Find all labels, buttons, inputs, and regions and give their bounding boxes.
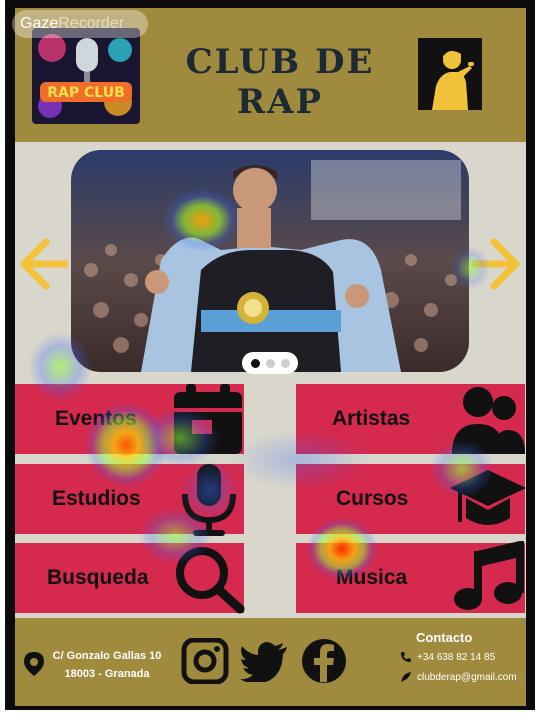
menu-tile-label: Eventos (55, 407, 137, 430)
address-line-2: 18003 - Granada (64, 668, 150, 680)
music-note-icon (454, 541, 524, 610)
carousel-dot-2[interactable] (265, 358, 275, 368)
twitter-icon[interactable] (240, 642, 288, 682)
carousel-image-rapper-on-stage[interactable] (71, 150, 469, 372)
instagram-icon[interactable] (181, 638, 229, 684)
watermark-part2: Recorder (58, 15, 125, 32)
menu-tile-label: Musica (336, 566, 408, 589)
contact-title: Contacto (416, 630, 473, 645)
phone-icon (401, 652, 411, 662)
singer-silhouette-icon[interactable] (418, 38, 482, 110)
contact-phone-text: +34 638 82 14 85 (417, 651, 496, 663)
menu-tile-estudios[interactable]: Estudios (15, 464, 244, 536)
address-line-1: C/ Gonzalo Gallas 10 (52, 650, 162, 662)
rap-club-logo[interactable]: RAP CLUB (32, 28, 140, 124)
menu-tile-busqueda[interactable]: Busqueda (15, 543, 245, 614)
page-title: CLUB DE RAP (185, 42, 375, 122)
calendar-icon (174, 384, 242, 454)
search-icon (176, 547, 245, 614)
feather-icon (401, 672, 411, 682)
menu-tile-cursos[interactable]: Cursos (296, 464, 526, 534)
facebook-icon[interactable] (300, 638, 348, 684)
menu-tile-label: Cursos (336, 487, 409, 510)
carousel-next-arrow-icon[interactable] (470, 236, 524, 292)
menu-tile-label: Estudios (52, 487, 141, 510)
gazerecorder-watermark: GazeRecorder (12, 10, 148, 38)
graduation-cap-icon (450, 470, 526, 525)
svg-text:RAP CLUB: RAP CLUB (47, 85, 125, 101)
users-icon (452, 387, 525, 454)
menu-tile-musica[interactable]: Musica (296, 541, 525, 613)
watermark-part1: Gaze (20, 15, 59, 32)
carousel-prev-arrow-icon[interactable] (16, 236, 70, 292)
contact-email-text: clubderap@gmail.com (417, 671, 517, 683)
menu-tile-artistas[interactable]: Artistas (296, 384, 525, 454)
contact-phone[interactable]: +34 638 82 14 85 (400, 651, 495, 663)
microphone-icon (182, 464, 236, 536)
menu-tile-label: Busqueda (47, 566, 149, 589)
menu-tile-eventos[interactable]: Eventos (15, 384, 244, 454)
menu-tile-label: Artistas (332, 407, 411, 430)
location-pin-icon (24, 652, 44, 676)
contact-email[interactable]: clubderap@gmail.com (400, 671, 517, 683)
carousel-indicator (242, 352, 298, 374)
carousel-dot-1[interactable] (250, 358, 260, 368)
carousel-dot-3[interactable] (280, 358, 290, 368)
footer-address: C/ Gonzalo Gallas 10 18003 - Granada (48, 647, 166, 683)
